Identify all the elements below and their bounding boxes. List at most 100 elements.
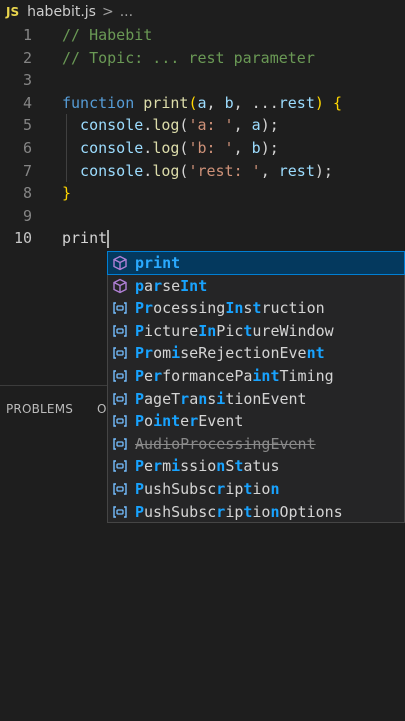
label-text: o	[144, 412, 154, 431]
match-highlight: int	[252, 367, 280, 385]
suggestion-item[interactable]: AudioProcessingEvent	[108, 433, 404, 455]
line-number: 3	[22, 71, 32, 90]
code-token: );	[260, 139, 279, 157]
symbol-variable-icon	[112, 368, 128, 384]
label-text: cture	[153, 321, 199, 340]
code-text: // Habebit	[62, 24, 152, 46]
code-token: rest	[278, 161, 315, 180]
suggestion-item[interactable]: PushSubscriptionOptions	[108, 501, 404, 523]
match-highlight: n	[270, 502, 280, 521]
match-highlight: P	[135, 412, 145, 431]
suggestion-label: PageTransitionEvent	[135, 388, 307, 410]
line-number: 7	[22, 161, 32, 180]
code-line[interactable]: 5 console.log('a: ', a);	[0, 114, 405, 136]
suggestion-item[interactable]: PointerEvent	[108, 410, 404, 432]
line-number: 6	[22, 139, 32, 157]
label-text: s	[207, 389, 217, 408]
tab-output[interactable]: O	[97, 402, 107, 416]
code-token: .	[143, 116, 153, 135]
code-token: 'b: '	[188, 139, 234, 157]
match-highlight: r	[153, 457, 163, 476]
match-highlight: P	[135, 299, 145, 318]
code-line[interactable]: 3	[0, 69, 405, 91]
code-text: console.log('a: ', a);	[62, 114, 279, 136]
suggestion-item[interactable]: PermissionStatus	[108, 455, 404, 477]
label-text: om	[153, 344, 172, 363]
code-token: console	[62, 116, 144, 135]
code-line[interactable]: 9	[0, 205, 405, 227]
match-highlight: P	[135, 367, 145, 385]
label-text: e	[144, 457, 154, 476]
symbol-variable-icon	[112, 323, 128, 339]
suggestion-item[interactable]: PictureInPictureWindow	[108, 320, 404, 342]
match-highlight: int	[153, 412, 181, 431]
label-text: a	[144, 276, 154, 295]
suggestion-item[interactable]: parseInt	[108, 275, 404, 297]
suggestion-label: PromiseRejectionEvent	[135, 342, 325, 364]
code-token: // Habebit	[62, 26, 153, 44]
code-line[interactable]: 7 console.log('rest: ', rest);	[0, 160, 405, 182]
code-token: .	[143, 139, 153, 157]
symbol-method-icon	[112, 278, 128, 294]
symbol-variable-icon	[112, 436, 128, 452]
code-line[interactable]: 4 function print(a, b, ...rest) {	[0, 92, 405, 114]
match-highlight: r	[153, 276, 163, 295]
suggestion-widget[interactable]: print parseInt ProcessingInstruction Pictur…	[107, 251, 405, 523]
code-line[interactable]: 2 // Topic: ... rest parameter	[0, 47, 405, 69]
label-text: Options	[279, 502, 343, 521]
suggestion-label: parseInt	[135, 275, 207, 297]
text-cursor	[107, 229, 110, 248]
symbol-variable-icon	[112, 481, 128, 497]
match-highlight: Int	[180, 276, 208, 295]
suggestion-item[interactable]: print	[107, 251, 405, 275]
match-highlight: nt	[306, 344, 325, 363]
suggestion-label: print	[135, 252, 180, 274]
label-text: formancePa	[162, 367, 253, 385]
line-number: 1	[22, 26, 32, 44]
label-text: e	[180, 412, 190, 431]
match-highlight: r	[216, 480, 226, 498]
label-text: AudioProcessingEvent	[135, 434, 316, 453]
suggestion-item[interactable]: PerformancePaintTiming	[108, 365, 404, 387]
match-highlight: r	[189, 412, 199, 431]
label-text: e	[144, 367, 154, 385]
code-token: ,	[233, 139, 252, 157]
label-text: tionEvent	[225, 389, 307, 408]
symbol-variable-icon	[112, 458, 128, 474]
breadcrumb-symbol[interactable]: ...	[120, 4, 133, 20]
code-line[interactable]: 6 console.log('b: ', b);	[0, 137, 405, 159]
suggestion-label: AudioProcessingEvent	[135, 433, 316, 455]
code-text: // Topic: ... rest parameter	[62, 47, 315, 69]
line-number: 9	[22, 206, 32, 225]
symbol-variable-icon	[112, 391, 128, 407]
match-highlight: P	[135, 502, 145, 521]
code-token: }	[62, 184, 72, 203]
code-line[interactable]: 8}	[0, 182, 405, 204]
code-line[interactable]: 1 // Habebit	[0, 24, 405, 46]
label-text: io	[252, 502, 271, 521]
line-number: 8	[22, 184, 32, 203]
suggestion-item[interactable]: PageTransitionEvent	[108, 388, 404, 410]
match-highlight: n	[198, 389, 208, 408]
code-token: log	[152, 139, 180, 157]
match-highlight: In	[198, 321, 217, 340]
code-text: console.log('b: ', b);	[62, 137, 279, 159]
symbol-method-icon	[112, 255, 128, 271]
label-text: ocessing	[153, 299, 226, 318]
breadcrumb-filename[interactable]: habebit.js	[27, 4, 96, 20]
code-token: console	[62, 139, 144, 157]
suggestion-label: PushSubscriptionOptions	[135, 501, 343, 523]
match-highlight: print	[135, 254, 181, 272]
tab-problems[interactable]: PROBLEMS	[6, 402, 73, 416]
suggestion-item[interactable]: PromiseRejectionEvent	[108, 342, 404, 364]
label-text: atus	[243, 457, 280, 476]
label-text: Timing	[279, 367, 334, 385]
label-text: S	[225, 457, 235, 476]
suggestion-item[interactable]: ProcessingInstruction	[108, 297, 404, 319]
code-line[interactable]: 10 print	[0, 227, 405, 249]
match-highlight: P	[135, 480, 145, 498]
label-text: ip	[225, 502, 244, 521]
suggestion-label: ProcessingInstruction	[135, 297, 325, 319]
suggestion-item[interactable]: PushSubscription	[108, 478, 404, 500]
